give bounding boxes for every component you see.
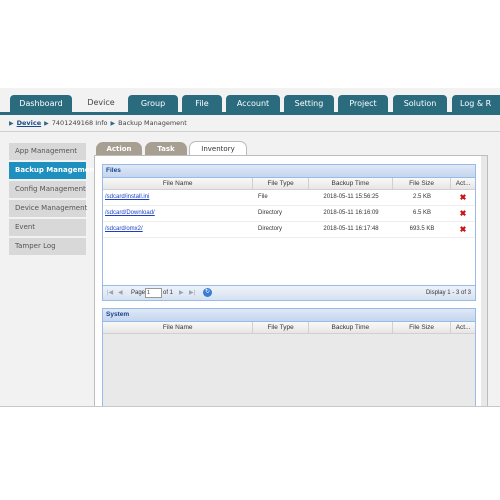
table-row: /sdcard/install.ini File 2018-05-11 15:5… bbox=[103, 190, 475, 206]
backup-time-cell: 2018-05-11 15:56:25 bbox=[323, 194, 379, 200]
tab-project[interactable]: Project bbox=[338, 95, 388, 112]
column-header-file-size[interactable]: File Size bbox=[393, 178, 452, 189]
sidebar: App Management Backup Management Config … bbox=[9, 143, 98, 257]
breadcrumb-device-link[interactable]: Device bbox=[17, 119, 42, 127]
file-link[interactable]: /sdcard/omx2/ bbox=[103, 226, 143, 232]
backup-time-cell: 2018-05-11 16:17:48 bbox=[323, 226, 379, 232]
inventory-panel: Files File Name File Type Backup Time Fi… bbox=[94, 155, 488, 406]
backup-time-cell: 2018-05-11 16:16:09 bbox=[323, 210, 379, 216]
first-page-icon[interactable]: |◀ bbox=[107, 286, 113, 300]
column-header-file-type[interactable]: File Type bbox=[253, 178, 309, 189]
main-content: Action Task Inventory Files File Name Fi… bbox=[94, 140, 488, 406]
tab-file[interactable]: File bbox=[182, 95, 222, 112]
file-type-cell: Directory bbox=[258, 210, 283, 216]
next-page-icon[interactable]: ▶ bbox=[179, 286, 184, 300]
column-header-file-name[interactable]: File Name bbox=[103, 322, 254, 333]
top-navigation: Dashboard Device Group File Account Sett… bbox=[0, 94, 500, 113]
breadcrumb-page: Backup Management bbox=[118, 119, 187, 127]
triangle-right-icon: ▶ bbox=[44, 120, 49, 127]
triangle-right-icon: ▶ bbox=[9, 120, 14, 127]
tab-group[interactable]: Group bbox=[128, 95, 178, 112]
file-size-cell: 6.5 KB bbox=[412, 210, 431, 216]
last-page-icon[interactable]: ▶| bbox=[189, 286, 195, 300]
system-grid: System File Name File Type Backup Time F… bbox=[102, 308, 476, 406]
tab-setting[interactable]: Setting bbox=[284, 95, 334, 112]
file-size-cell: 2.5 KB bbox=[412, 194, 431, 200]
tab-device[interactable]: Device bbox=[76, 94, 126, 113]
prev-page-icon[interactable]: ◀ bbox=[118, 286, 123, 300]
sidebar-item-config-management[interactable]: Config Management bbox=[9, 181, 86, 198]
breadcrumb: ▶ Device ▶ 7401249168 Info ▶ Backup Managemen… bbox=[6, 117, 187, 129]
sidebar-item-app-management[interactable]: App Management bbox=[9, 143, 86, 160]
column-header-backup-time[interactable]: Backup Time bbox=[309, 322, 393, 333]
column-header-file-size[interactable]: File Size bbox=[393, 322, 452, 333]
nav-underline bbox=[0, 112, 500, 115]
breadcrumb-device-info: 7401249168 Info bbox=[51, 119, 108, 127]
file-type-cell: Directory bbox=[258, 226, 283, 232]
files-grid-header: File Name File Type Backup Time File Siz… bbox=[103, 178, 475, 190]
pager-page-label: Page bbox=[131, 290, 146, 296]
files-grid: Files File Name File Type Backup Time Fi… bbox=[102, 164, 476, 301]
sub-tabs: Action Task Inventory bbox=[94, 140, 488, 157]
file-size-cell: 693.5 KB bbox=[409, 226, 435, 232]
delete-x-icon[interactable]: ✖ bbox=[460, 225, 467, 234]
sidebar-item-backup-management[interactable]: Backup Management bbox=[9, 162, 98, 179]
delete-x-icon[interactable]: ✖ bbox=[460, 193, 467, 202]
breadcrumb-divider bbox=[0, 131, 500, 132]
refresh-icon[interactable]: ↻ bbox=[203, 288, 212, 297]
table-row: /sdcard/omx2/ Directory 2018-05-11 16:17… bbox=[103, 222, 475, 238]
panel-scrollbar[interactable] bbox=[481, 156, 487, 406]
pager-display-count: Display 1 - 3 of 3 bbox=[425, 290, 471, 296]
file-type-cell: File bbox=[258, 194, 268, 200]
sidebar-item-device-management[interactable]: Device Management bbox=[9, 200, 87, 217]
file-link[interactable]: /sdcard/Download/ bbox=[103, 210, 155, 216]
tab-dashboard[interactable]: Dashboard bbox=[10, 95, 72, 112]
file-link[interactable]: /sdcard/install.ini bbox=[103, 194, 149, 200]
tab-account[interactable]: Account bbox=[226, 95, 280, 112]
table-row: /sdcard/Download/ Directory 2018-05-11 1… bbox=[103, 206, 475, 222]
page-number-input[interactable]: 1 bbox=[145, 288, 162, 298]
tab-solution[interactable]: Solution bbox=[393, 95, 447, 112]
system-grid-title: System bbox=[103, 309, 475, 322]
sidebar-item-event[interactable]: Event bbox=[9, 219, 86, 236]
triangle-right-icon: ▶ bbox=[110, 120, 116, 127]
tab-log-report[interactable]: Log & R bbox=[452, 95, 500, 112]
system-grid-header: File Name File Type Backup Time File Siz… bbox=[103, 322, 475, 334]
tab-task[interactable]: Task bbox=[145, 142, 187, 156]
column-header-file-name[interactable]: File Name bbox=[103, 178, 254, 189]
column-header-action[interactable]: Act... bbox=[451, 322, 475, 333]
sidebar-item-tamper-log[interactable]: Tamper Log bbox=[9, 238, 86, 255]
column-header-backup-time[interactable]: Backup Time bbox=[309, 178, 393, 189]
files-pager: |◀ ◀ Page 1 of 1 ▶ ▶| ↻ Display 1 - 3 of… bbox=[103, 285, 475, 300]
delete-x-icon[interactable]: ✖ bbox=[460, 209, 467, 218]
files-grid-title: Files bbox=[103, 165, 475, 178]
app-window: Dashboard Device Group File Account Sett… bbox=[0, 88, 500, 407]
tab-action[interactable]: Action bbox=[96, 142, 142, 156]
column-header-action[interactable]: Act... bbox=[451, 178, 475, 189]
column-header-file-type[interactable]: File Type bbox=[253, 322, 309, 333]
pager-of-label: of 1 bbox=[163, 290, 174, 296]
